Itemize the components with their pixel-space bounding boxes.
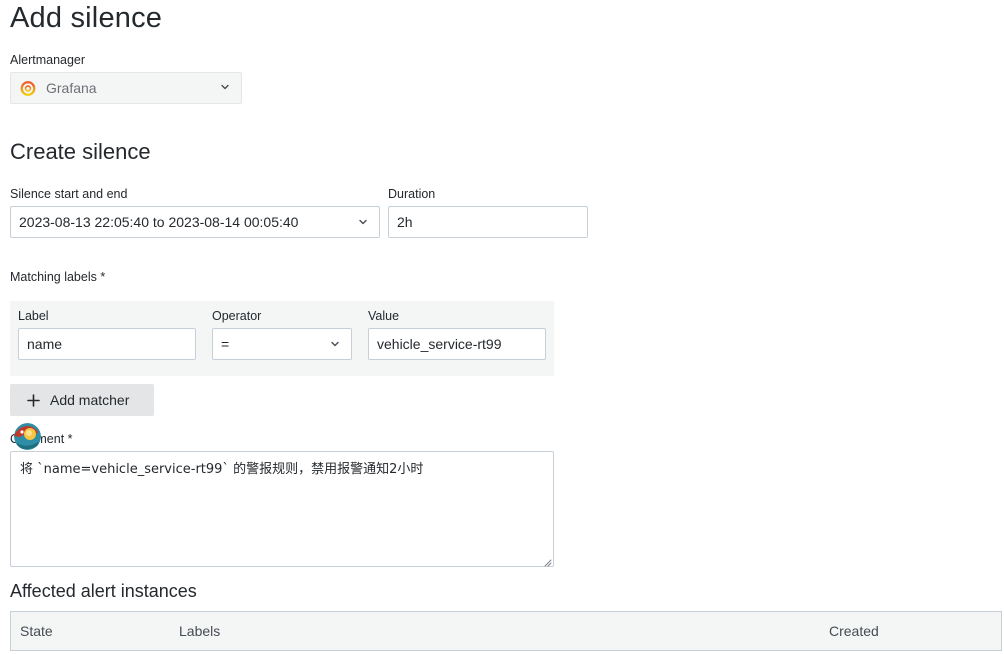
- silence-range-value: 2023-08-13 22:05:40 to 2023-08-14 00:05:…: [19, 214, 299, 230]
- plus-icon: [27, 393, 41, 407]
- column-header-state: State: [20, 623, 53, 639]
- matcher-value-header: Value: [368, 309, 400, 323]
- affected-instances-table-header: State Labels Created: [10, 611, 1002, 651]
- create-silence-heading: Create silence: [10, 139, 151, 164]
- matcher-label-input[interactable]: name: [18, 328, 196, 360]
- page-title: Add silence: [10, 2, 163, 34]
- matcher-value-input[interactable]: vehicle_service-rt99: [368, 328, 546, 360]
- silence-range-label: Silence start and end: [10, 187, 128, 201]
- matcher-operator-select[interactable]: =: [212, 328, 352, 360]
- matching-labels-label: Matching labels *: [10, 270, 106, 284]
- chevron-down-icon: [219, 80, 231, 96]
- grafana-logo-icon: [19, 79, 37, 97]
- duration-input[interactable]: 2h: [388, 206, 588, 238]
- avatar: [14, 423, 41, 450]
- matcher-operator-header: Operator: [212, 309, 262, 323]
- matcher-label-header: Label: [18, 309, 49, 323]
- chevron-down-icon: [327, 336, 343, 352]
- comment-value: 将 `name=vehicle_service-rt99` 的警报规则，禁用报警…: [20, 462, 424, 477]
- comment-textarea[interactable]: 将 `name=vehicle_service-rt99` 的警报规则，禁用报警…: [10, 451, 554, 567]
- chevron-down-icon: [355, 214, 371, 230]
- matcher-value-value: vehicle_service-rt99: [377, 336, 502, 352]
- add-matcher-button[interactable]: Add matcher: [10, 384, 154, 416]
- add-silence-page: Add silence Alertmanager Grafana Create …: [0, 0, 1004, 654]
- column-header-created: Created: [829, 623, 879, 639]
- column-header-labels: Labels: [179, 623, 221, 639]
- alertmanager-value: Grafana: [46, 80, 97, 96]
- duration-label: Duration: [388, 187, 436, 201]
- matcher-label-value: name: [27, 336, 63, 352]
- duration-value: 2h: [397, 214, 413, 230]
- matcher-operator-value: =: [221, 336, 230, 352]
- silence-range-picker[interactable]: 2023-08-13 22:05:40 to 2023-08-14 00:05:…: [10, 206, 380, 238]
- add-matcher-label: Add matcher: [50, 392, 130, 408]
- affected-instances-heading: Affected alert instances: [10, 581, 197, 601]
- alertmanager-select[interactable]: Grafana: [10, 72, 242, 104]
- resize-handle-icon[interactable]: [543, 556, 552, 567]
- alertmanager-label: Alertmanager: [10, 53, 86, 67]
